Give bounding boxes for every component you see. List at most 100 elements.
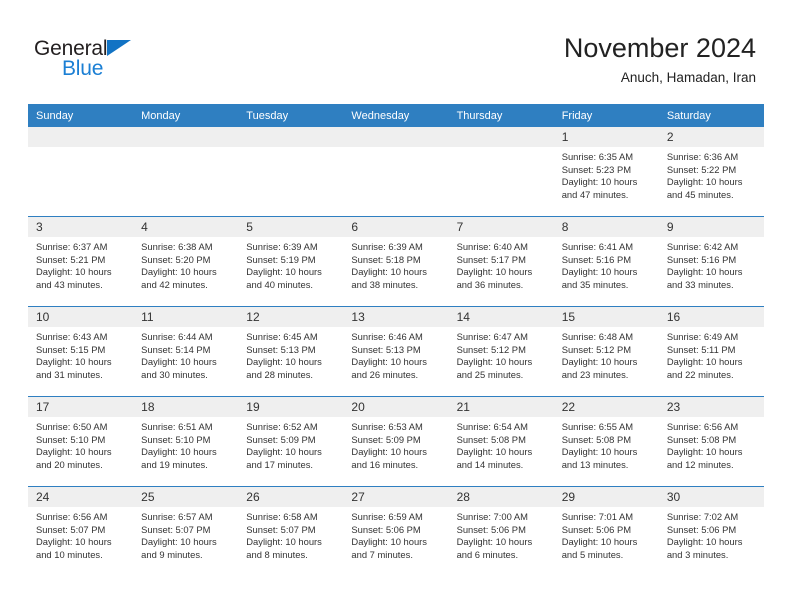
sunrise-text: Sunrise: 6:35 AM <box>561 151 634 162</box>
daylight-text-line2: and 26 minutes. <box>351 368 419 380</box>
day-number: 16 <box>658 307 764 327</box>
sunset-text: Sunset: 5:18 PM <box>351 253 421 265</box>
sunrise-text: Sunrise: 6:55 AM <box>561 421 634 432</box>
day-number <box>448 127 554 147</box>
calendar-day-cell[interactable]: 21 Sunrise: 6:54 AM Sunset: 5:08 PM Dayligh… <box>448 396 554 487</box>
calendar-header-row: Sunday Monday Tuesday Wednesday Thursday… <box>28 104 764 127</box>
calendar-day-cell[interactable]: 24 Sunrise: 6:56 AM Sunset: 5:07 PM Dayligh… <box>28 486 134 576</box>
calendar-day-cell[interactable]: 3 Sunrise: 6:37 AM Sunset: 5:21 PM Daylight… <box>28 216 134 307</box>
calendar-day-cell[interactable]: 16 Sunrise: 6:49 AM Sunset: 5:11 PM Dayligh… <box>658 306 764 397</box>
calendar-day-cell-empty <box>343 127 449 217</box>
day-details: Sunrise: 6:45 AM Sunset: 5:13 PM Daylight:… <box>238 327 343 381</box>
day-details: Sunrise: 6:50 AM Sunset: 5:10 PM Daylight:… <box>28 417 133 471</box>
daylight-text-line1: Daylight: 10 hours <box>351 536 427 548</box>
day-details: Sunrise: 7:00 AM Sunset: 5:06 PM Daylight:… <box>449 507 554 561</box>
day-details: Sunrise: 7:01 AM Sunset: 5:06 PM Daylight:… <box>554 507 659 561</box>
calendar-day-cell[interactable]: 8 Sunrise: 6:41 AM Sunset: 5:16 PM Daylight… <box>553 216 659 307</box>
sunrise-text: Sunrise: 6:44 AM <box>141 331 213 342</box>
sunrise-text: Sunrise: 6:52 AM <box>246 421 318 432</box>
calendar-day-cell[interactable]: 7 Sunrise: 6:40 AM Sunset: 5:17 PM Daylight… <box>448 216 554 307</box>
day-details: Sunrise: 6:37 AM Sunset: 5:21 PM Daylight:… <box>28 237 133 291</box>
sunset-text: Sunset: 5:11 PM <box>666 343 736 355</box>
sunset-text: Sunset: 5:13 PM <box>246 343 316 355</box>
calendar-day-cell[interactable]: 22 Sunrise: 6:55 AM Sunset: 5:08 PM Dayligh… <box>553 396 659 487</box>
sunset-text: Sunset: 5:12 PM <box>561 343 632 355</box>
weekday-header-wednesday: Wednesday <box>343 104 449 127</box>
sunset-text: Sunset: 5:09 PM <box>246 433 316 445</box>
day-details: Sunrise: 6:39 AM Sunset: 5:19 PM Daylight:… <box>238 237 343 291</box>
day-details: Sunrise: 6:36 AM Sunset: 5:22 PM Daylight:… <box>659 147 764 201</box>
calendar-day-cell[interactable]: 12 Sunrise: 6:45 AM Sunset: 5:13 PM Dayligh… <box>238 306 344 397</box>
daylight-text-line1: Daylight: 10 hours <box>666 446 743 458</box>
daylight-text-line2: and 45 minutes. <box>666 188 734 200</box>
daylight-text-line2: and 5 minutes. <box>561 548 624 560</box>
day-number: 1 <box>553 127 659 147</box>
calendar-day-cell[interactable]: 17 Sunrise: 6:50 AM Sunset: 5:10 PM Dayligh… <box>28 396 134 487</box>
calendar-day-cell[interactable]: 14 Sunrise: 6:47 AM Sunset: 5:12 PM Dayligh… <box>448 306 554 397</box>
sunset-text: Sunset: 5:06 PM <box>666 523 737 535</box>
calendar-day-cell[interactable]: 18 Sunrise: 6:51 AM Sunset: 5:10 PM Dayligh… <box>133 396 239 487</box>
sunset-text: Sunset: 5:06 PM <box>561 523 632 535</box>
calendar-day-cell[interactable]: 6 Sunrise: 6:39 AM Sunset: 5:18 PM Daylight… <box>343 216 449 307</box>
day-number <box>133 127 239 147</box>
calendar-day-cell[interactable]: 25 Sunrise: 6:57 AM Sunset: 5:07 PM Dayligh… <box>133 486 239 576</box>
daylight-text-line1: Daylight: 10 hours <box>351 266 427 278</box>
calendar-day-cell-empty <box>28 127 134 217</box>
sunrise-text: Sunrise: 6:38 AM <box>141 241 213 252</box>
daylight-text-line1: Daylight: 10 hours <box>36 356 112 368</box>
day-number: 28 <box>448 487 554 507</box>
title-block: November 2024 Anuch, Hamadan, Iran <box>564 32 756 88</box>
daylight-text-line2: and 6 minutes. <box>456 548 519 560</box>
daylight-text-line2: and 17 minutes. <box>246 458 313 470</box>
calendar-day-cell[interactable]: 2 Sunrise: 6:36 AM Sunset: 5:22 PM Daylight… <box>658 127 764 217</box>
day-number: 25 <box>133 487 239 507</box>
daylight-text-line2: and 35 minutes. <box>561 278 629 290</box>
weekday-header-friday: Friday <box>553 104 659 127</box>
day-details: Sunrise: 6:55 AM Sunset: 5:08 PM Daylight:… <box>554 417 659 471</box>
calendar-day-cell[interactable]: 15 Sunrise: 6:48 AM Sunset: 5:12 PM Dayligh… <box>553 306 659 397</box>
calendar-day-cell[interactable]: 26 Sunrise: 6:58 AM Sunset: 5:07 PM Dayligh… <box>238 486 344 576</box>
general-blue-logo[interactable]: General Blue <box>34 38 154 84</box>
calendar-day-cell[interactable]: 9 Sunrise: 6:42 AM Sunset: 5:16 PM Daylight… <box>658 216 764 307</box>
calendar-day-cell[interactable]: 13 Sunrise: 6:46 AM Sunset: 5:13 PM Dayligh… <box>343 306 449 397</box>
daylight-text-line2: and 43 minutes. <box>36 278 103 290</box>
calendar-day-cell[interactable]: 20 Sunrise: 6:53 AM Sunset: 5:09 PM Dayligh… <box>343 396 449 487</box>
day-number: 8 <box>553 217 659 237</box>
calendar-day-cell[interactable]: 23 Sunrise: 6:56 AM Sunset: 5:08 PM Dayligh… <box>658 396 764 487</box>
day-details: Sunrise: 6:53 AM Sunset: 5:09 PM Daylight:… <box>343 417 448 471</box>
calendar-day-cell[interactable]: 1 Sunrise: 6:35 AM Sunset: 5:23 PM Daylight… <box>553 127 659 217</box>
calendar-day-cell[interactable]: 30 Sunrise: 7:02 AM Sunset: 5:06 PM Dayligh… <box>658 486 764 576</box>
sunrise-text: Sunrise: 6:42 AM <box>666 241 739 252</box>
calendar-day-cell[interactable]: 5 Sunrise: 6:39 AM Sunset: 5:19 PM Daylight… <box>238 216 344 307</box>
daylight-text-line2: and 13 minutes. <box>561 458 629 470</box>
day-details: Sunrise: 6:58 AM Sunset: 5:07 PM Daylight:… <box>238 507 343 561</box>
day-number: 10 <box>28 307 134 327</box>
calendar-week-row: 17 Sunrise: 6:50 AM Sunset: 5:10 PM Dayligh… <box>28 396 764 487</box>
daylight-text-line1: Daylight: 10 hours <box>666 356 743 368</box>
daylight-text-line2: and 33 minutes. <box>666 278 734 290</box>
day-details: Sunrise: 6:56 AM Sunset: 5:07 PM Daylight:… <box>28 507 133 561</box>
calendar-day-cell[interactable]: 4 Sunrise: 6:38 AM Sunset: 5:20 PM Daylight… <box>133 216 239 307</box>
sunrise-text: Sunrise: 7:02 AM <box>666 511 739 522</box>
daylight-text-line2: and 7 minutes. <box>351 548 413 560</box>
weekday-header-saturday: Saturday <box>658 104 764 127</box>
calendar-day-cell[interactable]: 11 Sunrise: 6:44 AM Sunset: 5:14 PM Dayligh… <box>133 306 239 397</box>
sunset-text: Sunset: 5:19 PM <box>246 253 316 265</box>
sunset-text: Sunset: 5:21 PM <box>36 253 106 265</box>
day-details: Sunrise: 6:51 AM Sunset: 5:10 PM Daylight:… <box>133 417 238 471</box>
calendar-day-cell[interactable]: 10 Sunrise: 6:43 AM Sunset: 5:15 PM Dayligh… <box>28 306 134 397</box>
day-number: 5 <box>238 217 344 237</box>
daylight-text-line1: Daylight: 10 hours <box>36 446 112 458</box>
daylight-text-line2: and 47 minutes. <box>561 188 629 200</box>
calendar-day-cell[interactable]: 28 Sunrise: 7:00 AM Sunset: 5:06 PM Dayligh… <box>448 486 554 576</box>
day-details: Sunrise: 6:57 AM Sunset: 5:07 PM Daylight:… <box>133 507 238 561</box>
calendar-day-cell[interactable]: 19 Sunrise: 6:52 AM Sunset: 5:09 PM Dayligh… <box>238 396 344 487</box>
sunset-text: Sunset: 5:06 PM <box>351 523 421 535</box>
daylight-text-line2: and 12 minutes. <box>666 458 734 470</box>
calendar-day-cell[interactable]: 29 Sunrise: 7:01 AM Sunset: 5:06 PM Dayligh… <box>553 486 659 576</box>
day-number: 14 <box>448 307 554 327</box>
daylight-text-line2: and 30 minutes. <box>141 368 208 380</box>
calendar-day-cell[interactable]: 27 Sunrise: 6:59 AM Sunset: 5:06 PM Dayligh… <box>343 486 449 576</box>
logo-text-blue: Blue <box>62 57 104 80</box>
daylight-text-line1: Daylight: 10 hours <box>141 266 217 278</box>
